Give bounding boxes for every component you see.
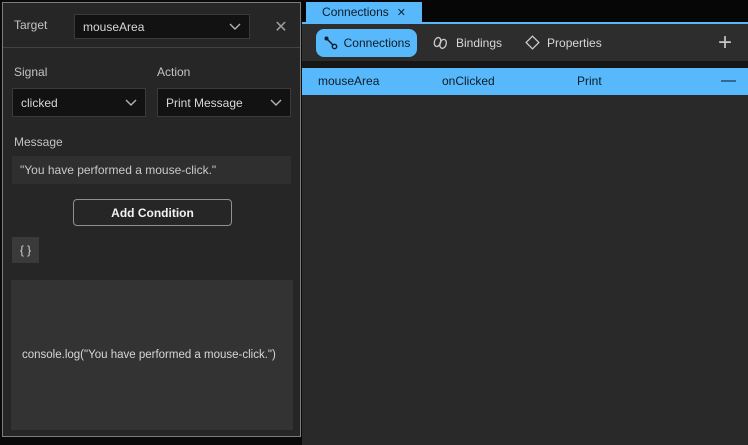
connections-panel: Connections ✕ Connections [302, 0, 748, 445]
chevron-down-icon [229, 23, 241, 30]
add-condition-label: Add Condition [111, 206, 194, 220]
tab-connections[interactable]: Connections [316, 29, 417, 57]
add-condition-button[interactable]: Add Condition [73, 199, 232, 226]
panel-toolbar: Connections Bindings Properties + [302, 24, 748, 61]
connection-row[interactable]: mouseArea onClicked Print — [302, 68, 748, 95]
row-action-cell[interactable]: Print [577, 68, 602, 95]
action-dropdown-value: Print Message [166, 96, 270, 110]
action-dropdown[interactable]: Print Message [157, 88, 291, 117]
close-icon[interactable]: ✕ [397, 6, 406, 19]
target-dropdown-value: mouseArea [83, 20, 229, 34]
tab-bindings[interactable]: Bindings [431, 29, 502, 57]
properties-icon [524, 34, 541, 51]
signal-dropdown[interactable]: clicked [12, 88, 146, 117]
action-label: Action [157, 64, 190, 80]
code-editor-toggle-button[interactable]: { } [12, 237, 39, 263]
target-label: Target [14, 17, 47, 33]
tab-connections-view[interactable]: Connections ✕ [306, 2, 422, 22]
add-connection-button[interactable]: + [718, 33, 732, 53]
braces-icon: { } [20, 243, 31, 257]
tab-connections-label: Connections [344, 36, 411, 50]
target-dropdown[interactable]: mouseArea [74, 14, 250, 39]
chevron-down-icon [125, 99, 137, 106]
code-preview-area[interactable]: console.log("You have performed a mouse-… [11, 280, 293, 430]
row-signal-cell[interactable]: onClicked [442, 68, 495, 95]
code-preview-text: console.log("You have performed a mouse-… [11, 349, 276, 361]
remove-connection-icon[interactable]: — [721, 68, 736, 95]
tab-connections-view-label: Connections [322, 5, 389, 19]
signal-dropdown-value: clicked [21, 96, 125, 110]
divider [3, 47, 300, 48]
tab-properties[interactable]: Properties [524, 29, 602, 57]
tab-bindings-label: Bindings [456, 36, 502, 50]
bindings-icon [431, 35, 450, 51]
connection-icon [323, 35, 338, 50]
message-input[interactable] [12, 156, 291, 184]
toolbar-separator [302, 61, 748, 68]
signal-label: Signal [14, 64, 47, 80]
tab-properties-label: Properties [547, 36, 602, 50]
close-icon[interactable]: ✕ [268, 14, 294, 40]
connection-editor-dialog: Target mouseArea ✕ Signal Action clicked… [2, 2, 301, 437]
panel-tab-bar: Connections ✕ [302, 0, 748, 22]
message-label: Message [14, 134, 63, 150]
chevron-down-icon [270, 99, 282, 106]
row-target-cell[interactable]: mouseArea [318, 68, 379, 95]
